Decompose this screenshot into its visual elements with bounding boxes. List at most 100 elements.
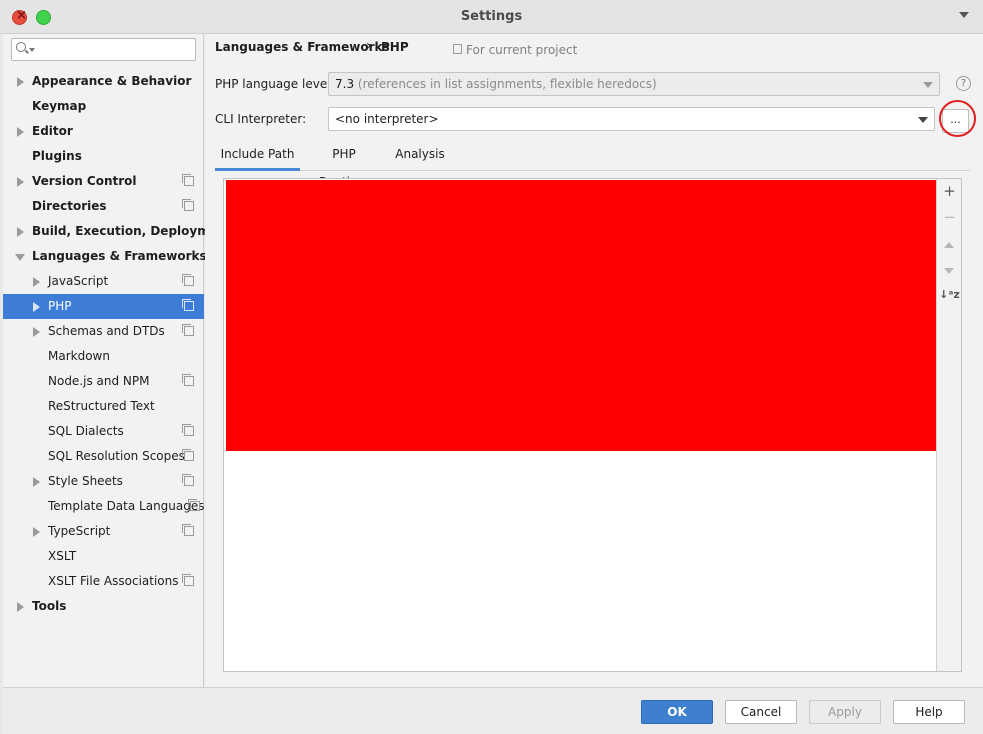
sidebar-item-keymap[interactable]: Keymap	[3, 94, 204, 119]
expand-arrow-icon[interactable]	[17, 77, 24, 87]
tab-include-path[interactable]: Include Path	[215, 140, 300, 171]
sidebar-item-languages-frameworks[interactable]: Languages & Frameworks	[3, 244, 207, 269]
sidebar-item-label: Keymap	[32, 99, 87, 113]
sidebar-item-editor[interactable]: Editor	[3, 119, 204, 144]
sidebar-item-typescript[interactable]: TypeScript	[3, 519, 204, 544]
dialog-footer: OK Cancel Apply Help	[3, 687, 983, 734]
sidebar-item-markdown[interactable]: Markdown	[3, 344, 204, 369]
move-up-icon[interactable]	[937, 234, 962, 256]
remove-icon[interactable]: −	[937, 206, 962, 228]
settings-sidebar: Appearance & Behavior Keymap Editor Plug…	[3, 34, 232, 687]
chevron-down-icon[interactable]	[959, 12, 969, 18]
sidebar-item-tools[interactable]: Tools	[3, 594, 204, 619]
annotation-circle	[939, 100, 976, 137]
language-level-select[interactable]: 7.3 (references in list assignments, fle…	[328, 72, 940, 96]
help-icon[interactable]: ?	[956, 76, 971, 91]
php-tabs: Include Path PHP Runtime Analysis	[215, 140, 970, 189]
title-bar: Settings	[0, 0, 983, 34]
expand-arrow-icon[interactable]	[33, 327, 40, 337]
sidebar-item-label: Directories	[32, 199, 107, 213]
sidebar-item-label: SQL Dialects	[48, 424, 124, 438]
project-scope-icon	[182, 374, 194, 386]
cli-interpreter-select[interactable]: <no interpreter>	[328, 107, 935, 131]
search-input[interactable]	[11, 38, 196, 61]
expand-arrow-icon[interactable]	[33, 277, 40, 287]
expand-arrow-icon[interactable]	[17, 227, 24, 237]
project-scope-icon	[182, 424, 194, 436]
sidebar-item-restructured-text[interactable]: ReStructured Text	[3, 394, 204, 419]
sidebar-item-label: PHP	[48, 299, 72, 313]
sidebar-item-template-data-languages[interactable]: Template Data Languages	[3, 494, 205, 519]
cli-interpreter-value: <no interpreter>	[335, 112, 439, 126]
sidebar-item-label: Style Sheets	[48, 474, 123, 488]
add-icon[interactable]: +	[937, 180, 962, 202]
sidebar-item-sql-resolution-scopes[interactable]: SQL Resolution Scopes	[3, 444, 204, 469]
project-scope-icon	[182, 199, 194, 211]
sidebar-item-label: Appearance & Behavior	[32, 74, 192, 88]
project-scope-icon	[188, 499, 200, 511]
sidebar-item-label: Template Data Languages	[48, 499, 205, 513]
search-icon	[16, 42, 26, 52]
sidebar-item-sql-dialects[interactable]: SQL Dialects	[3, 419, 204, 444]
sidebar-item-directories[interactable]: Directories	[3, 194, 204, 219]
sidebar-item-xslt[interactable]: XSLT	[3, 544, 204, 569]
include-path-list[interactable]: + − ↓ᵃz	[223, 178, 962, 672]
expand-arrow-icon[interactable]	[17, 127, 24, 137]
sidebar-item-xslt-file-associations[interactable]: XSLT File Associations	[3, 569, 204, 594]
collapse-arrow-icon[interactable]	[15, 254, 25, 261]
cancel-button[interactable]: Cancel	[725, 700, 797, 724]
project-scope-icon	[182, 574, 194, 586]
sidebar-item-build-execution-deployment[interactable]: Build, Execution, Deployment	[3, 219, 232, 244]
expand-arrow-icon[interactable]	[33, 477, 40, 487]
tab-php-runtime[interactable]: PHP Runtime	[306, 140, 382, 189]
breadcrumb-separator: ›	[366, 38, 372, 54]
language-level-value: 7.3	[335, 77, 355, 91]
settings-tree: Appearance & Behavior Keymap Editor Plug…	[3, 69, 232, 619]
sidebar-item-label: Build, Execution, Deployment	[32, 224, 233, 238]
cli-interpreter-label: CLI Interpreter:	[215, 112, 307, 126]
chevron-down-icon[interactable]	[918, 117, 928, 123]
help-button[interactable]: Help	[893, 700, 965, 724]
sidebar-item-appearance-behavior[interactable]: Appearance & Behavior	[3, 69, 204, 94]
expand-arrow-icon[interactable]	[17, 602, 24, 612]
breadcrumb-current: PHP	[381, 40, 409, 54]
window-title: Settings	[460, 9, 523, 24]
expand-arrow-icon[interactable]	[33, 527, 40, 537]
sidebar-item-label: JavaScript	[48, 274, 109, 288]
project-scope-icon	[182, 474, 194, 486]
sidebar-item-nodejs-npm[interactable]: Node.js and NPM	[3, 369, 204, 394]
sidebar-item-javascript[interactable]: JavaScript	[3, 269, 204, 294]
project-scope-icon	[182, 449, 194, 461]
sidebar-item-label: XSLT File Associations	[48, 574, 179, 588]
move-down-icon[interactable]	[937, 259, 962, 281]
apply-button[interactable]: Apply	[809, 700, 881, 724]
project-scope-icon	[182, 524, 194, 536]
tab-analysis[interactable]: Analysis	[392, 140, 448, 171]
sidebar-item-php[interactable]: PHP	[3, 294, 204, 319]
sidebar-item-version-control[interactable]: Version Control	[3, 169, 204, 194]
sidebar-item-label: Tools	[32, 599, 67, 613]
php-settings-panel: Languages & Frameworks › PHP For current…	[205, 34, 983, 687]
sidebar-item-label: Schemas and DTDs	[48, 324, 165, 338]
project-scope-icon	[182, 324, 194, 336]
sidebar-item-label: Editor	[32, 124, 73, 138]
include-path-toolbar: + − ↓ᵃz	[936, 179, 961, 671]
expand-arrow-icon[interactable]	[17, 177, 24, 187]
project-scope-icon	[453, 44, 462, 54]
sidebar-item-plugins[interactable]: Plugins	[3, 144, 204, 169]
sidebar-item-label: ReStructured Text	[48, 399, 155, 413]
project-scope-icon	[182, 299, 194, 311]
sidebar-item-schemas-dtds[interactable]: Schemas and DTDs	[3, 319, 204, 344]
expand-arrow-icon[interactable]	[33, 302, 40, 312]
chevron-down-icon[interactable]	[923, 82, 933, 88]
sidebar-item-label: Markdown	[48, 349, 110, 363]
sidebar-item-style-sheets[interactable]: Style Sheets	[3, 469, 204, 494]
search-options-chevron-icon[interactable]	[29, 48, 35, 52]
sidebar-item-label: Node.js and NPM	[48, 374, 150, 388]
sidebar-item-label: Version Control	[32, 174, 137, 188]
sort-icon[interactable]: ↓ᵃz	[937, 284, 962, 306]
ok-button[interactable]: OK	[641, 700, 713, 724]
project-scope-icon	[182, 274, 194, 286]
sidebar-item-label: Languages & Frameworks	[32, 249, 207, 263]
breadcrumb-parent[interactable]: Languages & Frameworks	[215, 40, 390, 54]
